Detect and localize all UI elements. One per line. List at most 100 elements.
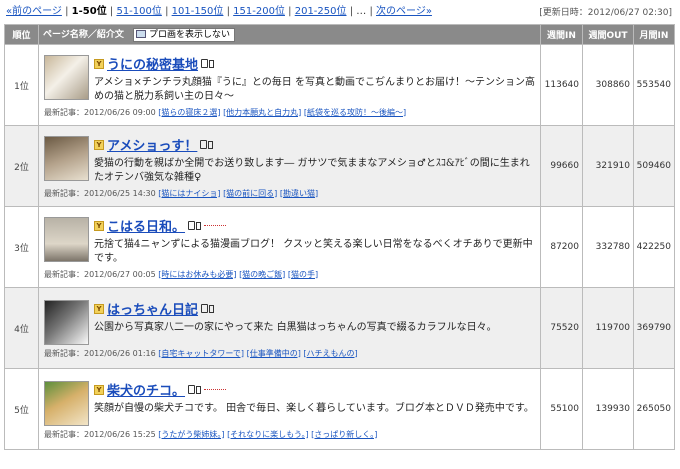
latest-post-link[interactable]: [それなりに楽しもう。] <box>227 430 309 439</box>
latest-post-link[interactable]: [時にはお休みも必要] <box>158 270 236 279</box>
decoration-icon <box>204 225 227 226</box>
latest-posts: 最新記事：2012/06/26 09:00 [猫らの寝床２選] [他力本願丸と自… <box>44 107 536 118</box>
latest-post-link[interactable]: [猫の手] <box>288 270 318 279</box>
rank-cell: 4位 <box>4 287 39 369</box>
latest-posts: 最新記事：2012/06/27 00:05 [時にはお休みも必要] [猫の晩ご飯… <box>44 269 536 280</box>
entry-cell: Y はっちゃん日記 公園から写真家八二一の家にやって来た 白黒猫はっちゃんの写真で… <box>38 287 541 369</box>
blog-title-link[interactable]: 柴犬のチコ。 <box>107 380 185 399</box>
mobile-icon <box>201 304 209 313</box>
latest-label: 最新記事：2012/06/26 15:25 <box>44 429 156 439</box>
weekly-out-cell: 139930 <box>582 368 634 450</box>
pager-separator: | <box>165 6 169 17</box>
latest-label: 最新記事：2012/06/27 00:05 <box>44 269 156 279</box>
weekly-out-cell: 332780 <box>582 206 634 288</box>
ranking-table: 順位 ページ名称／紹介文 プロ画を表示しない 週間IN 週間OUT 月間IN 1… <box>4 24 675 450</box>
latest-posts: 最新記事：2012/06/25 14:30 [猫にはナイショ] [猫の前に回る]… <box>44 188 536 199</box>
weekly-out-cell: 119700 <box>582 287 634 369</box>
latest-label: 最新記事：2012/06/26 09:00 <box>44 107 156 117</box>
latest-post-link[interactable]: [ハチえもんの] <box>303 349 357 358</box>
blog-title-link[interactable]: うにの秘密基地 <box>107 54 198 73</box>
pager-prev-link[interactable]: «前のページ <box>6 6 62 17</box>
table-header-row: 順位 ページ名称／紹介文 プロ画を表示しない 週間IN 週間OUT 月間IN <box>4 24 675 45</box>
weekly-in-cell: 55100 <box>540 368 583 450</box>
pager-separator: | <box>349 6 354 17</box>
rank-cell: 2位 <box>4 125 39 207</box>
pager-separator: | <box>369 6 373 17</box>
header-name: ページ名称／紹介文 プロ画を表示しない <box>38 24 541 45</box>
phone-icon <box>209 304 215 313</box>
header-weekly-in: 週間IN <box>540 24 583 45</box>
pager-separator: | <box>65 6 69 17</box>
blog-thumbnail[interactable] <box>44 380 89 426</box>
monthly-in-cell: 265050 <box>633 368 675 450</box>
pager-next-link[interactable]: 次のページ» <box>376 6 432 17</box>
hide-profile-image-label: プロ画を表示しない <box>148 29 230 40</box>
pager-link-101-150[interactable]: 101-150位 <box>172 6 224 17</box>
header-rank: 順位 <box>4 24 39 45</box>
blog-title-link[interactable]: アメショっす！ <box>107 135 197 154</box>
monthly-in-cell: 369790 <box>633 287 675 369</box>
rank-badge-icon: Y <box>94 303 104 314</box>
latest-post-link[interactable]: [紙袋を巡る攻防！～後編～] <box>304 108 406 117</box>
blog-thumbnail[interactable] <box>44 135 89 181</box>
blog-thumbnail[interactable] <box>44 216 89 262</box>
blog-title-link[interactable]: こはる日和。 <box>107 216 185 235</box>
latest-post-link[interactable]: [うたがう柴姉妹。] <box>158 430 224 439</box>
rank-badge-icon: Y <box>94 139 104 150</box>
latest-label: 最新記事：2012/06/25 14:30 <box>44 188 156 198</box>
weekly-out-cell: 308860 <box>582 44 634 126</box>
table-row: 3位 Y こはる日和。 元捨て猫4ニャンずによる猫漫画ブログ！ クスッと笑える楽し… <box>4 206 675 288</box>
phone-icon <box>196 385 202 394</box>
latest-post-link[interactable]: [勘違い猫] <box>280 189 318 198</box>
blog-description: 元捨て猫4ニャンずによる猫漫画ブログ！ クスッと笑える楽しい日常をなるべくオチあ… <box>94 238 533 264</box>
pager-link-201-250[interactable]: 201-250位 <box>295 6 347 17</box>
entry-cell: Y うにの秘密基地 アメショ×チンチラ丸顔猫『うに』との毎日 を写真と動画でこぢん… <box>38 44 541 126</box>
mobile-icon <box>188 385 196 394</box>
latest-post-link[interactable]: [さっぱり新しく。] <box>311 430 377 439</box>
phone-icon <box>208 140 214 149</box>
pager-link-51-100[interactable]: 51-100位 <box>116 6 161 17</box>
weekly-in-cell: 87200 <box>540 206 583 288</box>
latest-post-link[interactable]: [仕事準備中の] <box>247 349 301 358</box>
table-row: 4位 Y はっちゃん日記 公園から写真家八二一の家にやって来た 白黒猫はっちゃんの… <box>4 287 675 369</box>
latest-post-link[interactable]: [猫の晩ご飯] <box>239 270 285 279</box>
mobile-icon <box>201 59 209 68</box>
blog-description: アメショ×チンチラ丸顔猫『うに』との毎日 を写真と動画でこぢんまりとお届け！～テ… <box>94 76 535 102</box>
blog-thumbnail[interactable] <box>44 54 89 100</box>
pager-current: 1-50位 <box>71 6 107 17</box>
rank-cell: 1位 <box>4 44 39 126</box>
image-icon <box>135 29 146 38</box>
blog-description: 愛猫の行動を親ばか全開でお送り致します― ガサツで気ままなアメショ♂とｽｺ&ｱﾋ… <box>94 157 530 183</box>
table-row: 2位 Y アメショっす！ 愛猫の行動を親ばか全開でお送り致します― ガサツで気まま… <box>4 125 675 207</box>
weekly-in-cell: 75520 <box>540 287 583 369</box>
latest-post-link[interactable]: [猫の前に回る] <box>223 189 277 198</box>
table-row: 1位 Y うにの秘密基地 アメショ×チンチラ丸顔猫『うに』との毎日 を写真と動画で… <box>4 44 675 126</box>
latest-label: 最新記事：2012/06/26 01:16 <box>44 348 156 358</box>
blog-thumbnail[interactable] <box>44 299 89 345</box>
pager-link-151-200[interactable]: 151-200位 <box>233 6 285 17</box>
table-row: 5位 Y 柴犬のチコ。 笑顔が自慢の柴犬チコです。 田舎で毎日、楽しく暮らしていま… <box>4 368 675 450</box>
entry-cell: Y 柴犬のチコ。 笑顔が自慢の柴犬チコです。 田舎で毎日、楽しく暮らしています。ブ… <box>38 368 541 450</box>
pager-ellipsis: … <box>356 6 367 17</box>
pagination: «前のページ | 1-50位 | 51-100位 | 101-150位 | 15… <box>6 3 432 21</box>
header-weekly-out: 週間OUT <box>582 24 634 45</box>
rank-cell: 5位 <box>4 368 39 450</box>
mobile-icon <box>188 221 196 230</box>
phone-icon <box>209 59 215 68</box>
pager-separator: | <box>109 6 114 17</box>
latest-post-link[interactable]: [猫にはナイショ] <box>158 189 220 198</box>
weekly-in-cell: 113640 <box>540 44 583 126</box>
latest-post-link[interactable]: [自宅キャットタワーで] <box>158 349 244 358</box>
phone-icon <box>196 221 202 230</box>
entry-cell: Y アメショっす！ 愛猫の行動を親ばか全開でお送り致します― ガサツで気ままなアメ… <box>38 125 541 207</box>
rank-cell: 3位 <box>4 206 39 288</box>
pager-separator: | <box>226 6 230 17</box>
latest-post-link[interactable]: [他力本願丸と自力丸] <box>223 108 301 117</box>
latest-post-link[interactable]: [猫らの寝床２選] <box>158 108 220 117</box>
header-name-label: ページ名称／紹介文 <box>43 30 124 41</box>
rank-badge-icon: Y <box>94 220 104 231</box>
blog-title-link[interactable]: はっちゃん日記 <box>107 299 198 318</box>
rank-badge-icon: Y <box>94 384 104 395</box>
pager-separator: | <box>288 6 292 17</box>
hide-profile-image-button[interactable]: プロ画を表示しない <box>132 27 235 42</box>
